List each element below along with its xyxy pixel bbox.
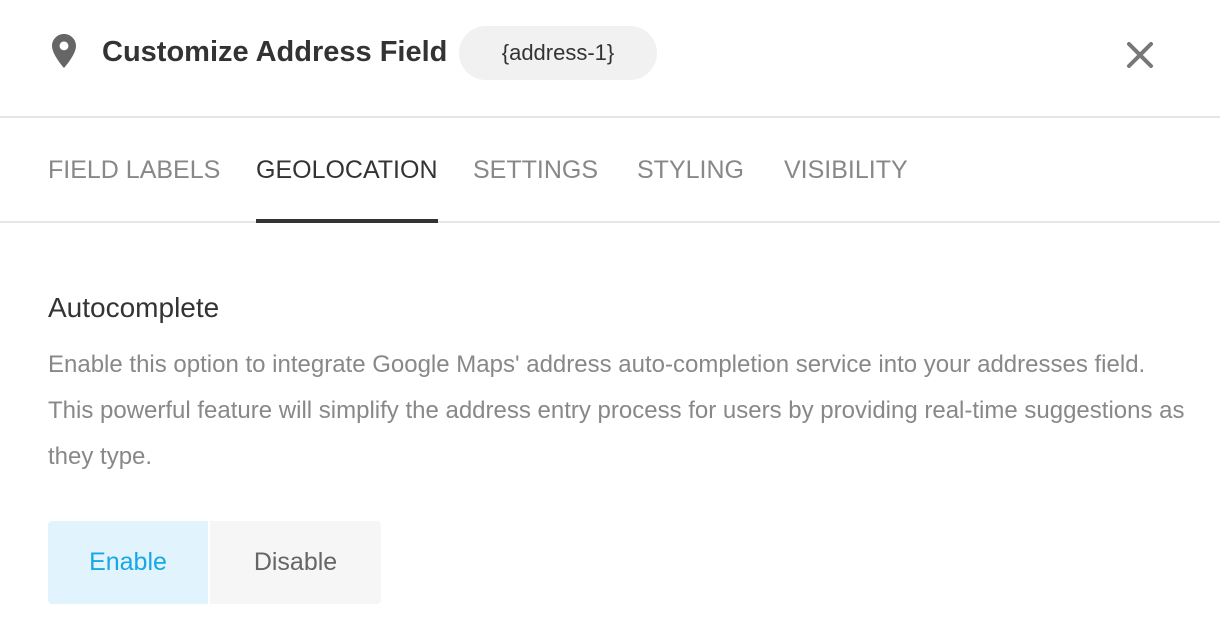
section-description: Enable this option to integrate Google M… — [48, 351, 1185, 470]
close-icon[interactable] — [1125, 40, 1155, 70]
tab-visibility[interactable]: VISIBILITY — [784, 118, 908, 221]
tab-geolocation[interactable]: GEOLOCATION — [256, 118, 438, 223]
disable-button[interactable]: Disable — [210, 521, 381, 604]
autocomplete-toggle: Enable Disable — [48, 521, 381, 604]
modal-title: Customize Address Field — [102, 36, 448, 68]
tab-bar: FIELD LABELS GEOLOCATION SETTINGS STYLIN… — [0, 118, 1220, 223]
tab-settings[interactable]: SETTINGS — [473, 118, 598, 221]
map-pin-icon — [52, 34, 76, 68]
field-tag-badge: {address-1} — [459, 26, 657, 80]
customize-address-modal: Customize Address Field {address-1} FIEL… — [0, 0, 1220, 635]
modal-header: Customize Address Field {address-1} — [0, 0, 1220, 118]
enable-button[interactable]: Enable — [48, 521, 209, 604]
tab-field-labels[interactable]: FIELD LABELS — [48, 118, 220, 221]
tab-styling[interactable]: STYLING — [637, 118, 744, 221]
section-title: Autocomplete — [48, 292, 220, 323]
